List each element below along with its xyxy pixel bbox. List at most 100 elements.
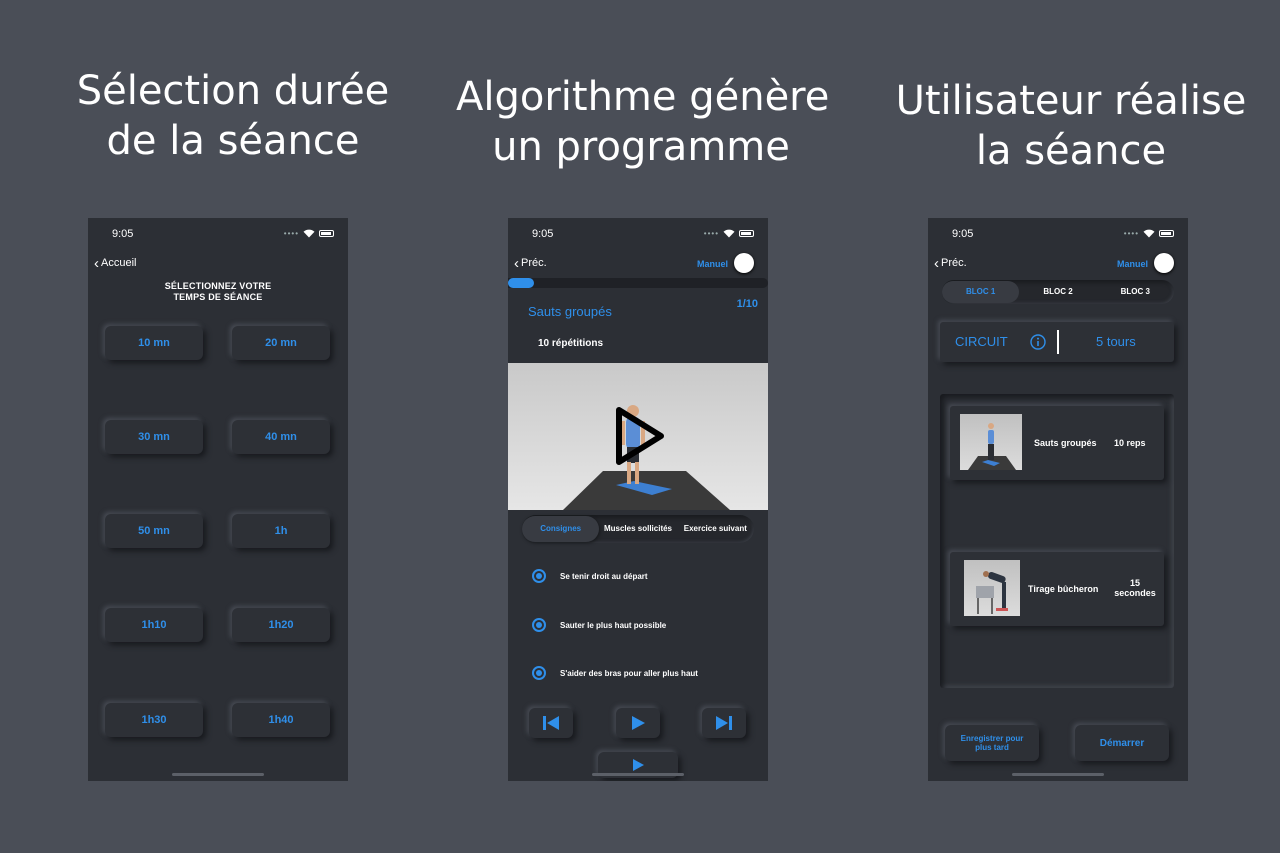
exercise-card[interactable]: Sauts groupés 10 reps	[950, 406, 1164, 480]
bullet-icon	[532, 618, 546, 632]
exercise-card-name: Tirage bûcheron	[1028, 584, 1099, 594]
exercise-list-panel: Sauts groupés 10 reps Tirage bûcheron 15…	[940, 394, 1174, 688]
caption-step-2: Algorithme génère un programme	[456, 72, 830, 172]
instruction-item: Se tenir droit au départ	[532, 569, 648, 583]
instruction-text: Sauter le plus haut possible	[560, 620, 667, 630]
signal-icon: ••••	[1123, 229, 1139, 238]
back-button[interactable]: ‹ Préc.	[934, 254, 967, 272]
status-time: 9:05	[532, 228, 554, 240]
instruction-text: Se tenir droit au départ	[560, 571, 648, 581]
duration-button-20mn[interactable]: 20 mn	[232, 326, 330, 360]
exercise-card-amount: 15	[1129, 578, 1140, 588]
instruction-item: Sauter le plus haut possible	[532, 618, 666, 632]
duration-button-30mn[interactable]: 30 mn	[105, 420, 203, 454]
exercise-thumbnail	[960, 414, 1022, 470]
back-label: Accueil	[101, 257, 137, 269]
chevron-left-icon: ‹	[514, 254, 519, 272]
caption-line: Utilisateur réalise	[895, 78, 1247, 124]
phone-session-execution: 9:05 •••• ‹ Préc. Manuel BLOC 1 BLOC 2 B…	[928, 218, 1188, 781]
tab-consignes[interactable]: Consignes	[522, 516, 600, 542]
progress-fill	[508, 278, 534, 288]
phone-generated-program: 9:05 •••• ‹ Préc. Manuel Sauts groupés 1…	[508, 218, 768, 781]
caption-line: un programme	[492, 124, 790, 170]
caption-step-1: Sélection durée de la séance	[58, 66, 408, 166]
play-icon	[632, 716, 645, 730]
block-selector: BLOC 1 BLOC 2 BLOC 3	[942, 280, 1174, 304]
duration-button-1h20[interactable]: 1h20	[232, 608, 330, 642]
back-button[interactable]: ‹ Préc.	[514, 254, 547, 272]
save-for-later-button[interactable]: Enregistrer pour plus tard	[945, 725, 1039, 761]
exercise-card[interactable]: Tirage bûcheron 15 secondes	[950, 552, 1164, 626]
next-icon	[716, 716, 732, 730]
tab-bloc-1[interactable]: BLOC 1	[942, 281, 1020, 303]
status-bar: 9:05 ••••	[112, 228, 334, 242]
battery-icon	[739, 230, 754, 237]
signal-icon: ••••	[703, 229, 719, 238]
home-indicator[interactable]	[592, 773, 684, 776]
exercise-counter: 1/10	[736, 298, 758, 310]
circuit-label: CIRCUIT	[955, 334, 1008, 349]
wifi-icon	[723, 229, 735, 238]
previous-exercise-button[interactable]	[529, 708, 573, 738]
home-indicator[interactable]	[1012, 773, 1104, 776]
save-label: Enregistrer pour	[960, 734, 1024, 743]
instruction-item: S'aider des bras pour aller plus haut	[532, 666, 698, 680]
caption-line: de la séance	[106, 118, 360, 164]
manual-mode-label: Manuel	[696, 259, 728, 269]
rounds-count: 5 tours	[1096, 334, 1136, 349]
toggle-knob	[1154, 253, 1174, 273]
exercise-thumbnail	[964, 560, 1020, 616]
exercise-name: Sauts groupés	[528, 304, 612, 319]
duration-button-1h30[interactable]: 1h30	[105, 703, 203, 737]
tab-next-exercise[interactable]: Exercice suivant	[677, 516, 754, 542]
toggle-knob	[734, 253, 754, 273]
bullet-icon	[532, 666, 546, 680]
status-time: 9:05	[952, 228, 974, 240]
page-title: SÉLECTIONNEZ VOTRE TEMPS DE SÉANCE	[88, 281, 348, 303]
duration-button-40mn[interactable]: 40 mn	[232, 420, 330, 454]
exercise-video[interactable]	[508, 363, 768, 510]
play-button[interactable]	[616, 708, 660, 738]
start-session-button[interactable]: Démarrer	[1075, 725, 1169, 761]
wifi-icon	[303, 229, 315, 238]
title-line: SÉLECTIONNEZ VOTRE	[164, 281, 272, 291]
exercise-info-tabs: Consignes Muscles sollicités Exercice su…	[522, 515, 754, 543]
back-label: Préc.	[521, 257, 547, 269]
duration-button-10mn[interactable]: 10 mn	[105, 326, 203, 360]
exercise-repetitions: 10 répétitions	[538, 338, 604, 349]
home-indicator[interactable]	[172, 773, 264, 776]
caption-line: Sélection durée	[76, 68, 390, 114]
play-icon	[633, 759, 644, 771]
previous-icon	[543, 716, 559, 730]
instruction-text: S'aider des bras pour aller plus haut	[560, 668, 698, 678]
circuit-header: CIRCUIT 5 tours	[940, 322, 1174, 362]
next-exercise-button[interactable]	[702, 708, 746, 738]
battery-icon	[1159, 230, 1174, 237]
video-play-icon[interactable]	[611, 406, 667, 466]
manual-mode-toggle[interactable]	[1150, 253, 1174, 275]
caption-line: la séance	[975, 128, 1167, 174]
tab-muscles[interactable]: Muscles sollicités	[599, 516, 676, 542]
duration-button-50mn[interactable]: 50 mn	[105, 514, 203, 548]
bullet-icon	[532, 569, 546, 583]
tab-bloc-3[interactable]: BLOC 3	[1097, 281, 1174, 303]
manual-mode-label: Manuel	[1116, 259, 1148, 269]
battery-icon	[319, 230, 334, 237]
back-button[interactable]: ‹ Accueil	[94, 254, 137, 272]
manual-mode-toggle[interactable]	[730, 253, 754, 275]
info-icon[interactable]	[1030, 334, 1046, 350]
chevron-left-icon: ‹	[94, 254, 99, 272]
chevron-left-icon: ‹	[934, 254, 939, 272]
duration-button-1h40[interactable]: 1h40	[232, 703, 330, 737]
signal-icon: ••••	[283, 229, 299, 238]
duration-button-1h[interactable]: 1h	[232, 514, 330, 548]
duration-button-1h10[interactable]: 1h10	[105, 608, 203, 642]
status-bar: 9:05 ••••	[952, 228, 1174, 242]
program-progress-bar	[508, 278, 768, 288]
wifi-icon	[1143, 229, 1155, 238]
caption-step-3: Utilisateur réalise la séance	[886, 76, 1256, 176]
exercise-card-name: Sauts groupés	[1034, 438, 1097, 448]
tab-bloc-2[interactable]: BLOC 2	[1019, 281, 1096, 303]
divider	[1057, 330, 1059, 354]
caption-line: Algorithme génère	[456, 74, 830, 120]
